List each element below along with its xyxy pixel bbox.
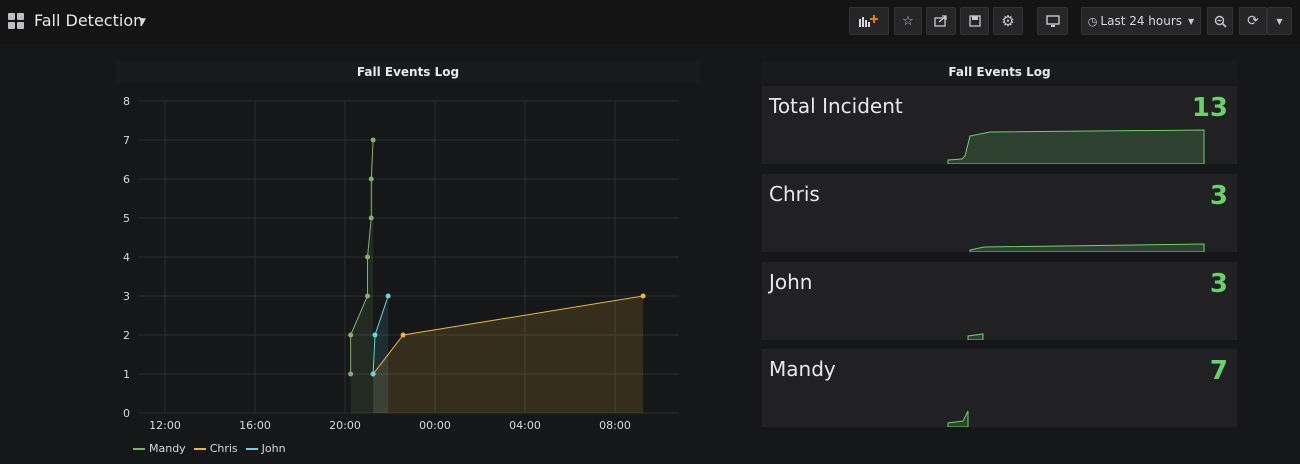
y-tick-label: 1: [123, 368, 130, 381]
y-tick-label: 3: [123, 290, 130, 303]
x-tick-label: 20:00: [329, 419, 361, 432]
data-point-mandy[interactable]: [348, 371, 354, 377]
stat-value: 3: [1209, 269, 1228, 299]
stat-value: 7: [1209, 356, 1228, 386]
sparkline-path: [967, 333, 984, 340]
legend-item-chris[interactable]: Chris: [193, 442, 238, 455]
data-point-chris[interactable]: [400, 332, 406, 338]
stat-label: Mandy: [769, 357, 836, 381]
y-tick-label: 5: [123, 212, 130, 225]
legend-swatch: [193, 448, 206, 450]
y-tick-label: 8: [123, 95, 130, 108]
x-tick-label: 04:00: [509, 419, 541, 432]
stat-card-total-incident[interactable]: Total Incident 13: [762, 86, 1237, 164]
stat-label: Total Incident: [769, 94, 903, 118]
sparkline: [969, 243, 1205, 252]
sparkline-path: [969, 243, 1205, 252]
x-tick-label: 00:00: [419, 419, 451, 432]
sparkline: [967, 333, 984, 340]
stat-value: 13: [1191, 93, 1228, 123]
data-point-mandy[interactable]: [365, 254, 370, 260]
y-tick-label: 2: [123, 329, 130, 342]
data-point-mandy[interactable]: [348, 332, 354, 338]
data-point-john[interactable]: [385, 293, 391, 299]
x-tick-label: 08:00: [599, 419, 631, 432]
x-tick-label: 16:00: [239, 419, 271, 432]
legend-label: John: [261, 442, 286, 455]
stat-label: Chris: [769, 182, 820, 206]
stat-value: 3: [1209, 181, 1228, 211]
data-point-chris[interactable]: [640, 293, 646, 299]
stats-panel-title[interactable]: Fall Events Log: [762, 61, 1237, 83]
sparkline-path: [947, 129, 1205, 164]
data-point-john[interactable]: [370, 371, 376, 377]
legend-item-mandy[interactable]: Mandy: [133, 442, 186, 455]
data-point-mandy[interactable]: [370, 137, 376, 143]
stat-label: John: [769, 270, 813, 294]
legend-label: Mandy: [149, 442, 186, 455]
graph-legend: Mandy Chris John: [133, 442, 294, 455]
data-point-mandy[interactable]: [368, 176, 374, 182]
series-area-chris: [373, 296, 644, 413]
legend-item-john[interactable]: John: [245, 442, 286, 455]
x-tick-label: 12:00: [149, 419, 181, 432]
sparkline-path: [947, 410, 969, 427]
y-tick-label: 0: [123, 407, 130, 420]
data-point-mandy[interactable]: [368, 215, 374, 221]
series-area-john: [373, 296, 389, 413]
y-tick-label: 7: [123, 134, 130, 147]
data-point-mandy[interactable]: [365, 293, 370, 299]
stat-card-john[interactable]: John 3: [762, 262, 1237, 340]
data-point-john[interactable]: [372, 332, 378, 338]
stat-card-chris[interactable]: Chris 3: [762, 174, 1237, 252]
legend-label: Chris: [209, 442, 238, 455]
y-tick-label: 4: [123, 251, 130, 264]
legend-swatch: [245, 448, 258, 450]
stat-card-mandy[interactable]: Mandy 7: [762, 349, 1237, 427]
legend-swatch: [133, 448, 145, 450]
y-tick-label: 6: [123, 173, 130, 186]
